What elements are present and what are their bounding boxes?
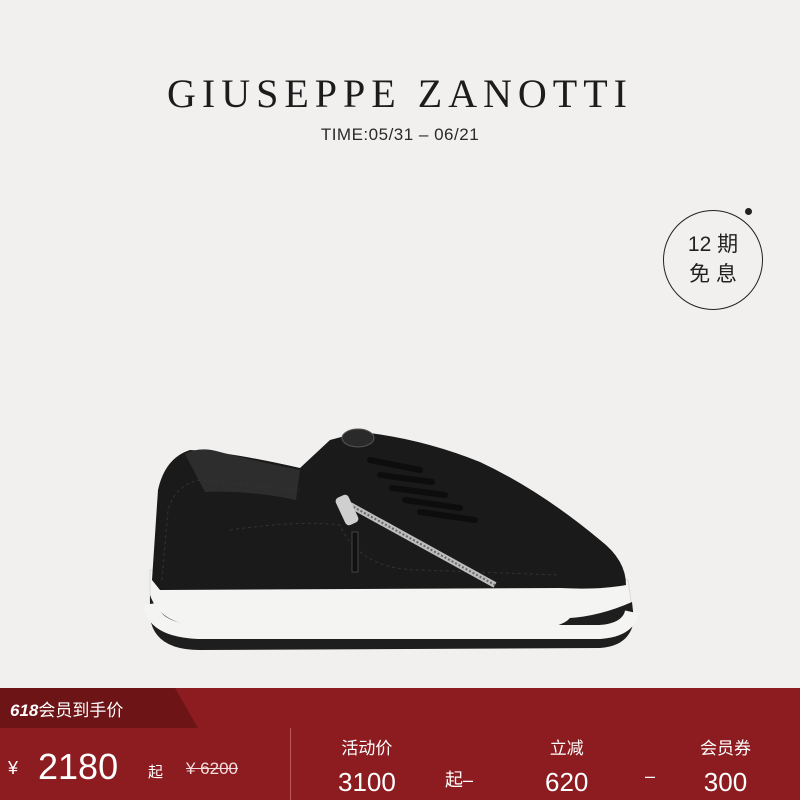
activity-price-block: 活动价 3100 <box>338 734 396 798</box>
badge-line1: 12 期 <box>687 233 739 256</box>
promo-time: TIME:05/31 – 06/21 <box>320 125 480 144</box>
operator-minus-2: – <box>645 766 656 786</box>
original-price: ¥ 6200 <box>186 759 238 778</box>
coupon-value: 300 <box>703 767 748 797</box>
product-sneaker-image <box>143 428 639 650</box>
badge-dot <box>745 208 752 215</box>
final-price: 2180 <box>38 746 119 787</box>
promo-tag-label: 618会员到手价 <box>10 696 123 721</box>
currency-symbol: ¥ <box>8 758 19 778</box>
tag-number: 618 <box>10 701 39 720</box>
brand-logo: GIUSEPPE ZANOTTI <box>167 71 633 116</box>
promo-price-bar: 618会员到手价 ¥ 2180 起 ¥ 6200 活动价 3100 起– 立减 … <box>0 688 800 800</box>
activity-price-value: 3100 <box>338 767 396 797</box>
tag-text: 会员到手价 <box>38 701 124 720</box>
reduction-label: 立减 <box>549 739 584 758</box>
installment-badge: 12 期 免 息 <box>663 210 763 310</box>
activity-price-label: 活动价 <box>341 739 393 758</box>
reduction-value: 620 <box>545 767 589 797</box>
operator-minus-1: 起– <box>445 770 474 790</box>
badge-line2: 免 息 <box>689 263 737 286</box>
coupon-block: 会员券 300 <box>700 734 751 798</box>
price-divider <box>290 728 291 800</box>
coupon-label: 会员券 <box>700 739 751 758</box>
reduction-block: 立减 620 <box>545 734 588 798</box>
price-from-label: 起 <box>148 764 164 781</box>
